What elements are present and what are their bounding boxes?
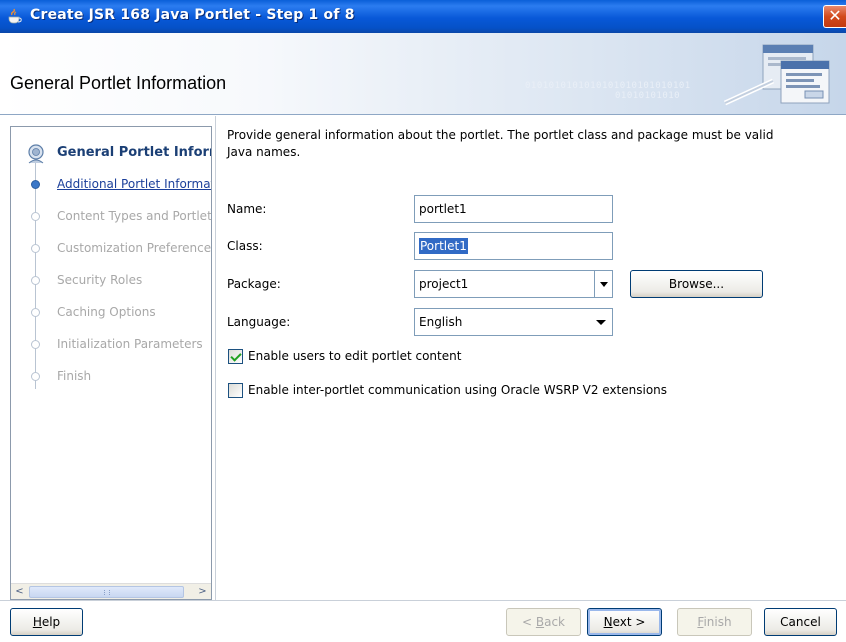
page-header: General Portlet Information 010101010101… bbox=[0, 33, 846, 115]
wizard-graphic-icon bbox=[723, 44, 830, 106]
page-title: General Portlet Information bbox=[10, 73, 227, 93]
step-dot-icon bbox=[31, 308, 40, 317]
class-label: Class: bbox=[227, 239, 263, 253]
wizard-steps-panel: General Portlet Information Additional P… bbox=[10, 126, 212, 600]
step-dot-icon bbox=[31, 340, 40, 349]
scroll-right-icon[interactable]: > bbox=[195, 585, 210, 599]
step-done-dot-icon bbox=[31, 180, 40, 189]
enable-ipc-label[interactable]: Enable inter-portlet communication using… bbox=[248, 383, 667, 397]
name-field[interactable]: portlet1 bbox=[414, 195, 613, 223]
step-label: Finish bbox=[57, 369, 92, 383]
next-button[interactable]: Next > bbox=[587, 608, 662, 636]
scroll-thumb[interactable] bbox=[29, 586, 184, 598]
step-label: Caching Options bbox=[57, 305, 156, 319]
step-label: Initialization Parameters bbox=[57, 337, 203, 351]
enable-ipc-checkbox[interactable] bbox=[228, 383, 243, 398]
nav-horizontal-scrollbar[interactable]: < > bbox=[11, 583, 211, 599]
step-dot-icon bbox=[31, 244, 40, 253]
back-mnemonic: B bbox=[535, 615, 545, 629]
scroll-grip-icon bbox=[104, 590, 110, 595]
language-label: Language: bbox=[227, 315, 291, 329]
close-icon: ✕ bbox=[828, 6, 842, 25]
wizard-footer: Help < Back Next > Finish Cancel bbox=[0, 600, 846, 642]
step-label: Content Types and Portlet Modes bbox=[57, 209, 212, 223]
help-mnemonic: H bbox=[32, 615, 42, 629]
step-label: Additional Portlet Information bbox=[57, 177, 211, 191]
header-binary-decoration: 0101010101010101010101010101 bbox=[525, 81, 691, 91]
main-form-panel: Provide general information about the po… bbox=[215, 116, 846, 600]
help-label-post: elp bbox=[41, 615, 61, 629]
package-label: Package: bbox=[227, 277, 281, 291]
java-cup-icon bbox=[8, 8, 22, 24]
class-value: Portlet1 bbox=[419, 238, 468, 254]
language-value: English bbox=[419, 315, 463, 329]
browse-button[interactable]: Browse... bbox=[630, 270, 763, 298]
next-label-post: ext > bbox=[612, 615, 646, 629]
back-label-post: ack bbox=[544, 615, 565, 629]
form-description: Provide general information about the po… bbox=[227, 128, 774, 159]
step-dot-icon bbox=[31, 276, 40, 285]
step-dot-icon bbox=[31, 372, 40, 381]
title-bar: Create JSR 168 Java Portlet - Step 1 of … bbox=[0, 0, 846, 33]
window-title: Create JSR 168 Java Portlet - Step 1 of … bbox=[30, 7, 355, 23]
package-combo[interactable]: project1 bbox=[414, 270, 613, 298]
finish-button[interactable]: Finish bbox=[677, 608, 752, 636]
back-button[interactable]: < Back bbox=[506, 608, 581, 636]
next-mnemonic: N bbox=[603, 615, 613, 629]
language-select[interactable]: English bbox=[414, 308, 613, 336]
finish-label-post: inish bbox=[703, 615, 732, 629]
cancel-button[interactable]: Cancel bbox=[764, 608, 837, 636]
step-label: Customization Preferences bbox=[57, 241, 212, 255]
class-field[interactable]: Portlet1 bbox=[414, 232, 613, 260]
step-label: Security Roles bbox=[57, 273, 143, 287]
header-binary-decoration-2: 01010101010 bbox=[615, 91, 681, 101]
chevron-down-icon[interactable] bbox=[594, 271, 612, 297]
help-button[interactable]: Help bbox=[10, 608, 83, 636]
steps-connector-line bbox=[35, 161, 36, 389]
name-value: portlet1 bbox=[419, 202, 467, 216]
name-label: Name: bbox=[227, 202, 267, 216]
enable-edit-checkbox[interactable] bbox=[228, 349, 243, 364]
step-label: General Portlet Information bbox=[57, 145, 211, 160]
scroll-left-icon[interactable]: < bbox=[12, 585, 27, 599]
enable-edit-label[interactable]: Enable users to edit portlet content bbox=[248, 349, 461, 363]
step-dot-icon bbox=[31, 212, 40, 221]
back-label-pre: < bbox=[521, 615, 536, 629]
close-button[interactable]: ✕ bbox=[823, 5, 846, 28]
current-step-icon bbox=[28, 144, 44, 164]
package-value: project1 bbox=[419, 277, 469, 291]
